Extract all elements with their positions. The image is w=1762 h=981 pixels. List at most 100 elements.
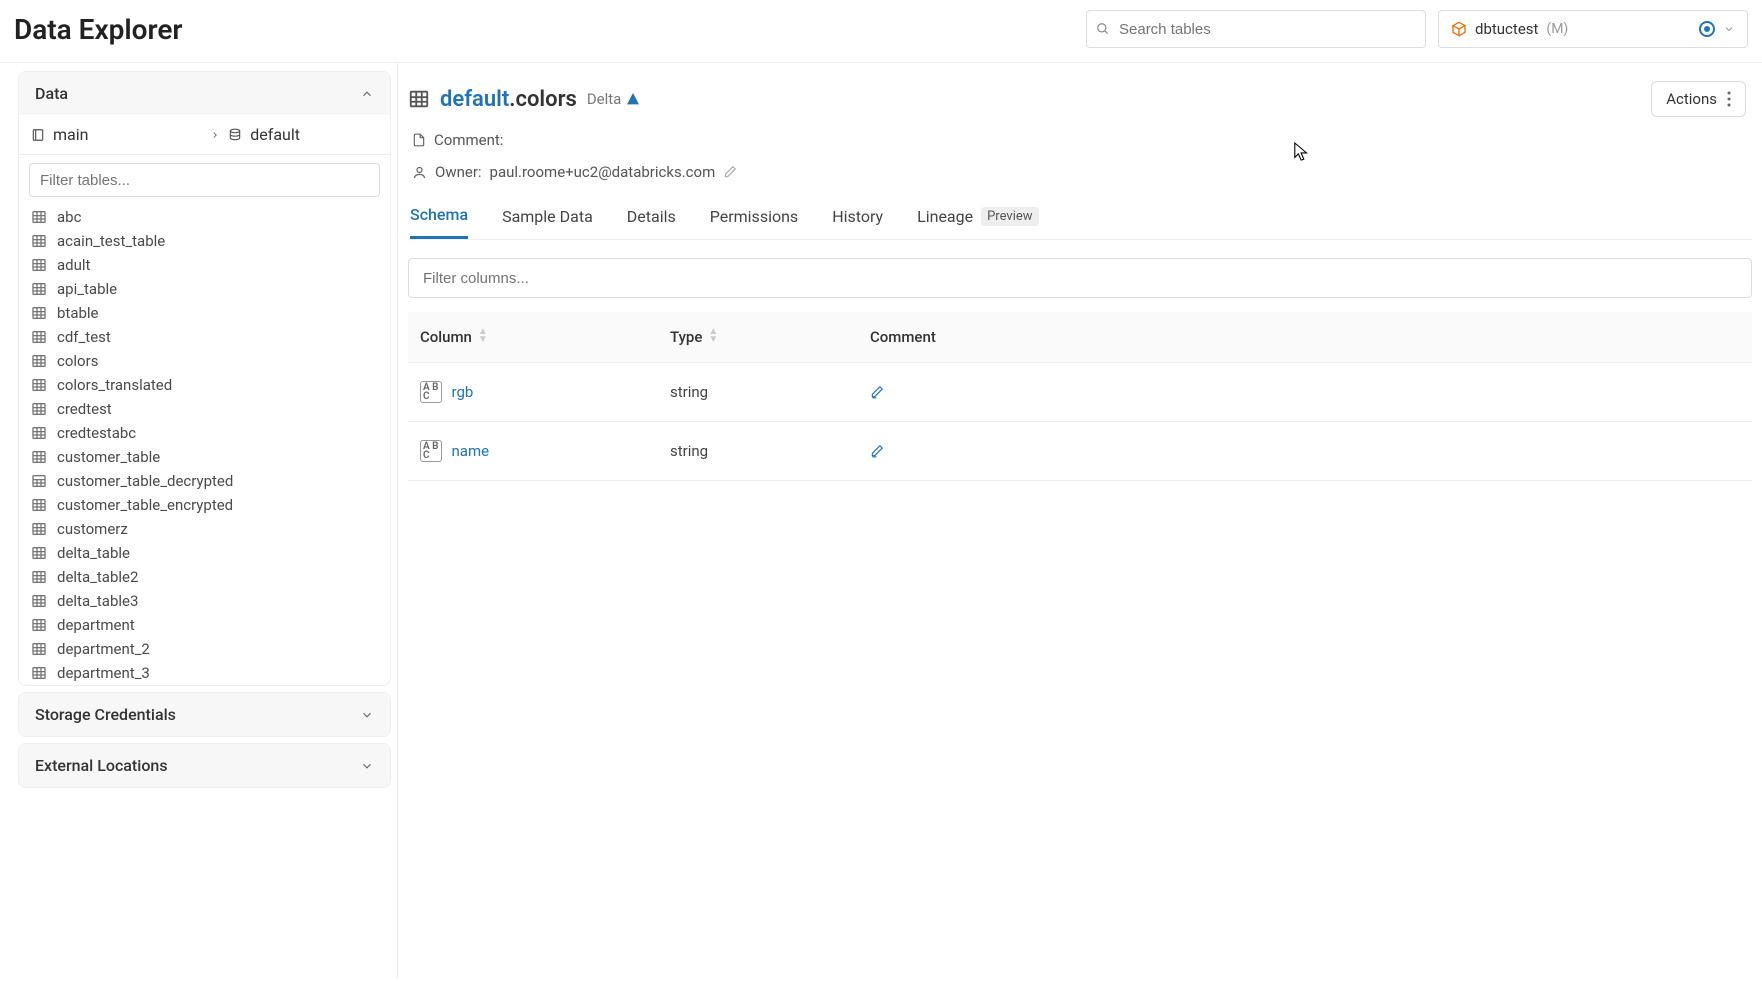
table-icon xyxy=(31,305,47,321)
table-item-label: department_3 xyxy=(57,664,150,682)
sidebar-table-item[interactable]: credtest xyxy=(23,397,390,421)
table-item-label: customer_table_decrypted xyxy=(57,472,233,490)
table-item-label: abc xyxy=(57,208,81,226)
sidebar-table-item[interactable]: customer_table_encrypted xyxy=(23,493,390,517)
sidebar-table-item[interactable]: customer_table xyxy=(23,445,390,469)
tab-history[interactable]: History xyxy=(832,205,883,239)
panel-data-header[interactable]: Data xyxy=(19,72,390,115)
schema-row: A BC name string xyxy=(408,422,1752,481)
tab-lineage[interactable]: Lineage Preview xyxy=(917,205,1038,239)
user-icon xyxy=(412,165,427,180)
th-comment[interactable]: Comment xyxy=(858,312,1752,363)
table-icon xyxy=(31,641,47,657)
panel-storage-header[interactable]: Storage Credentials xyxy=(19,693,390,736)
table-icon xyxy=(31,617,47,633)
tab-sample-data[interactable]: Sample Data xyxy=(502,205,593,239)
sort-icon: ▲▼ xyxy=(708,328,718,344)
panel-external-locations: External Locations xyxy=(18,743,391,788)
sidebar-table-item[interactable]: cdf_test xyxy=(23,325,390,349)
th-column[interactable]: Column▲▼ xyxy=(408,312,658,363)
schema-row: A BCrgb string xyxy=(408,363,1752,422)
panel-data-title: Data xyxy=(35,84,68,103)
delta-icon xyxy=(625,91,641,107)
table-icon xyxy=(31,593,47,609)
table-item-label: delta_table xyxy=(57,544,130,562)
string-type-icon: A BC xyxy=(420,381,442,403)
sidebar-table-item[interactable]: delta_table xyxy=(23,541,390,565)
preview-badge: Preview xyxy=(981,207,1038,226)
title-schema[interactable]: default xyxy=(440,87,509,112)
sidebar-table-item[interactable]: delta_table2 xyxy=(23,565,390,589)
table-icon xyxy=(31,353,47,369)
search-tables-wrap xyxy=(1086,10,1426,48)
comment-label: Comment: xyxy=(434,131,503,149)
table-full-name: default.colors xyxy=(440,87,577,112)
sidebar-table-item[interactable]: department xyxy=(23,613,390,637)
sidebar-table-item[interactable]: department_3 xyxy=(23,661,390,685)
tab-permissions[interactable]: Permissions xyxy=(710,205,798,239)
column-name[interactable]: name xyxy=(452,442,490,460)
search-input[interactable] xyxy=(1086,10,1426,48)
sidebar-table-item[interactable]: credtestabc xyxy=(23,421,390,445)
edit-comment-icon[interactable] xyxy=(870,444,1740,458)
tab-details[interactable]: Details xyxy=(627,205,676,239)
owner-value: paul.roome+uc2@databricks.com xyxy=(490,163,716,181)
table-icon xyxy=(31,401,47,417)
column-name[interactable]: rgb xyxy=(452,383,474,401)
table-list[interactable]: abcacain_test_tableadultapi_tablebtablec… xyxy=(19,205,390,685)
column-type: string xyxy=(658,422,858,481)
table-item-label: adult xyxy=(57,256,90,274)
table-item-label: api_table xyxy=(57,280,117,298)
table-icon xyxy=(31,257,47,273)
table-item-label: customer_table xyxy=(57,448,160,466)
owner-label: Owner: xyxy=(435,163,482,181)
table-item-label: delta_table2 xyxy=(57,568,138,586)
search-icon xyxy=(1096,22,1110,36)
panel-data: Data main default xyxy=(18,71,391,686)
sidebar-table-item[interactable]: acain_test_table xyxy=(23,229,390,253)
context-name: dbtuctest xyxy=(1475,20,1538,38)
panel-external-header[interactable]: External Locations xyxy=(19,744,390,787)
string-type-icon: A BC xyxy=(420,440,442,462)
more-vertical-icon xyxy=(1727,91,1731,107)
chevron-up-icon xyxy=(360,87,374,101)
sidebar-table-item[interactable]: colors xyxy=(23,349,390,373)
table-icon xyxy=(31,569,47,585)
edit-owner-icon[interactable] xyxy=(723,165,737,179)
chevron-down-icon xyxy=(1723,23,1735,35)
edit-comment-icon[interactable] xyxy=(870,385,1740,399)
filter-columns-input[interactable] xyxy=(408,258,1752,298)
sidebar-table-item[interactable]: btable xyxy=(23,301,390,325)
filter-tables-input[interactable] xyxy=(29,163,380,197)
panel-storage-title: Storage Credentials xyxy=(35,705,176,724)
table-icon xyxy=(31,377,47,393)
catalog-name[interactable]: main xyxy=(53,125,88,144)
th-type[interactable]: Type▲▼ xyxy=(658,312,858,363)
context-selector[interactable]: dbtuctest (M) xyxy=(1438,10,1748,48)
table-item-label: colors_translated xyxy=(57,376,172,394)
target-icon xyxy=(1699,21,1715,37)
sidebar-table-item[interactable]: colors_translated xyxy=(23,373,390,397)
table-item-label: colors xyxy=(57,352,98,370)
table-icon xyxy=(31,449,47,465)
tab-schema[interactable]: Schema xyxy=(410,205,468,239)
tabs: Schema Sample Data Details Permissions H… xyxy=(408,205,1752,240)
sidebar-table-item[interactable]: api_table xyxy=(23,277,390,301)
sidebar-table-item[interactable]: customer_table_decrypted xyxy=(23,469,390,493)
delta-badge: Delta xyxy=(587,90,642,108)
table-icon xyxy=(408,88,430,110)
schema-name[interactable]: default xyxy=(250,125,300,144)
table-icon xyxy=(31,497,47,513)
sidebar-table-item[interactable]: abc xyxy=(23,205,390,229)
sidebar-table-item[interactable]: adult xyxy=(23,253,390,277)
breadcrumb: main default xyxy=(19,115,390,155)
sidebar-table-item[interactable]: department_2 xyxy=(23,637,390,661)
main-content: default.colors Delta Actions Comment: xyxy=(398,63,1762,978)
schema-table: Column▲▼ Type▲▼ Comment A BC rgb string A… xyxy=(408,312,1752,481)
chevron-down-icon xyxy=(360,708,374,722)
actions-label: Actions xyxy=(1666,90,1717,108)
table-icon xyxy=(31,329,47,345)
actions-button[interactable]: Actions xyxy=(1651,81,1746,117)
sidebar-table-item[interactable]: customerz xyxy=(23,517,390,541)
sidebar-table-item[interactable]: delta_table3 xyxy=(23,589,390,613)
